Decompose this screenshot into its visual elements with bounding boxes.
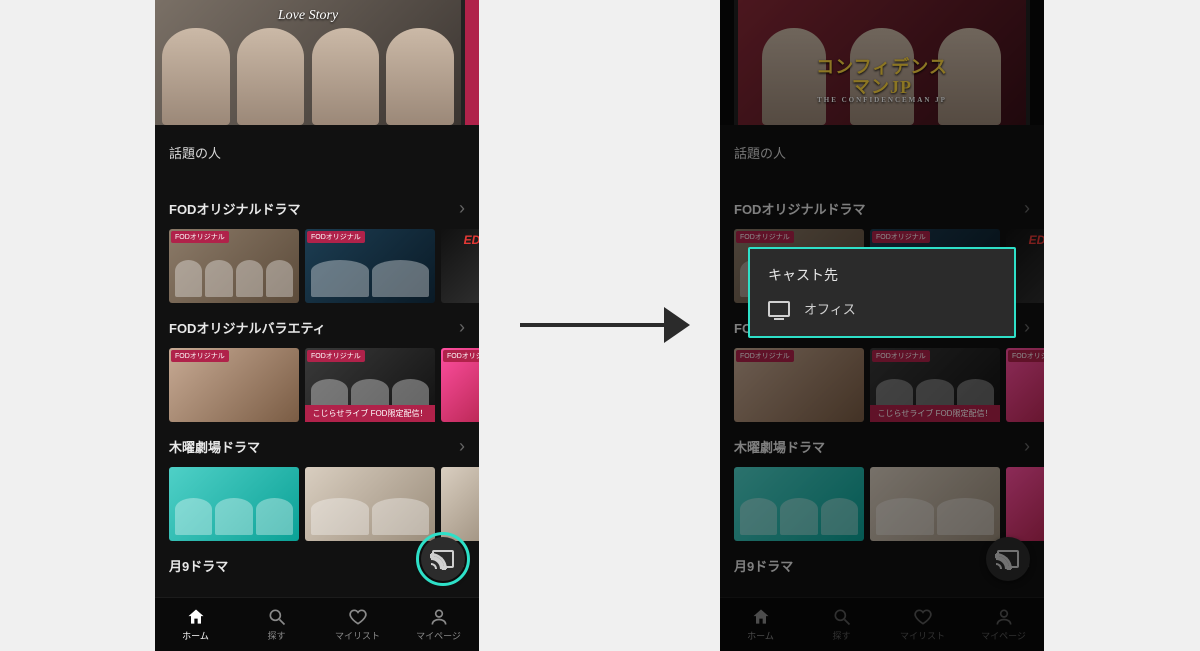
- phone-after: コンフィデンスマンJP THE CONFIDENCEMAN JP 話題の人 FO…: [720, 0, 1044, 651]
- section-title: FODオリジナルドラマ: [169, 199, 300, 218]
- tab-label: マイリスト: [335, 629, 380, 642]
- thumbnail[interactable]: FODオリジナル: [441, 348, 479, 422]
- section-title: 木曜劇場ドラマ: [169, 437, 260, 456]
- hero-poster-1[interactable]: Love Story: [155, 0, 461, 125]
- hero-edge: [465, 0, 479, 125]
- tab-search[interactable]: 探す: [236, 598, 317, 651]
- chevron-right-icon: ›: [459, 198, 465, 219]
- fod-badge: FODオリジナル: [171, 350, 229, 362]
- section-fod-variety[interactable]: FODオリジナルバラエティ ›: [155, 303, 479, 348]
- chevron-right-icon: ›: [459, 317, 465, 338]
- tab-mylist[interactable]: マイリスト: [317, 598, 398, 651]
- cast-icon: [432, 550, 454, 568]
- cast-dialog: キャスト先 オフィス: [748, 247, 1016, 338]
- cast-button[interactable]: [421, 537, 465, 581]
- hero-row[interactable]: Love Story: [155, 0, 479, 125]
- tab-label: ホーム: [182, 629, 209, 642]
- thumbnail[interactable]: FODオリジナル こじらせライブ FOD限定配信！: [305, 348, 435, 422]
- section-topic[interactable]: 話題の人: [155, 125, 479, 184]
- fod-badge: FODオリジナル: [443, 350, 479, 362]
- cast-dialog-title: キャスト先: [768, 265, 996, 285]
- heart-icon: [348, 607, 368, 627]
- hero-logo: Love Story: [278, 8, 338, 24]
- thumbnail[interactable]: [441, 467, 479, 541]
- tv-icon: [768, 301, 790, 317]
- thumbnail[interactable]: FODオリジナル: [169, 348, 299, 422]
- thumb-caption: こじらせライブ FOD限定配信！: [305, 405, 435, 422]
- thumbnail[interactable]: [305, 467, 435, 541]
- chevron-right-icon: ›: [459, 436, 465, 457]
- thumb-logo: EDEN: [464, 233, 479, 247]
- cast-device-name: オフィス: [804, 299, 856, 318]
- tab-home[interactable]: ホーム: [155, 598, 236, 651]
- tab-label: マイページ: [416, 629, 461, 642]
- section-fod-drama[interactable]: FODオリジナルドラマ ›: [155, 184, 479, 229]
- transition-arrow: [520, 300, 690, 350]
- person-icon: [429, 607, 449, 627]
- carousel-thursday[interactable]: [155, 467, 479, 541]
- phone-before: Love Story 話題の人 FODオリジナルドラマ › FODオリジナル F…: [155, 0, 479, 651]
- carousel-fod-drama[interactable]: FODオリジナル FODオリジナル EDEN: [155, 229, 479, 303]
- bottom-nav: ホーム 探す マイリスト マイページ: [155, 597, 479, 651]
- tab-mypage[interactable]: マイページ: [398, 598, 479, 651]
- search-icon: [267, 607, 287, 627]
- thumbnail[interactable]: EDEN: [441, 229, 479, 303]
- home-icon: [186, 607, 206, 627]
- thumbnail[interactable]: FODオリジナル: [169, 229, 299, 303]
- thumbnail[interactable]: FODオリジナル: [305, 229, 435, 303]
- carousel-fod-variety[interactable]: FODオリジナル FODオリジナル こじらせライブ FOD限定配信！ FODオリ…: [155, 348, 479, 422]
- thumbnail[interactable]: [169, 467, 299, 541]
- tab-label: 探す: [267, 629, 285, 642]
- cast-device-row[interactable]: オフィス: [768, 299, 996, 318]
- section-title: FODオリジナルバラエティ: [169, 318, 326, 337]
- section-title: 月9ドラマ: [169, 556, 228, 575]
- section-thursday[interactable]: 木曜劇場ドラマ ›: [155, 422, 479, 467]
